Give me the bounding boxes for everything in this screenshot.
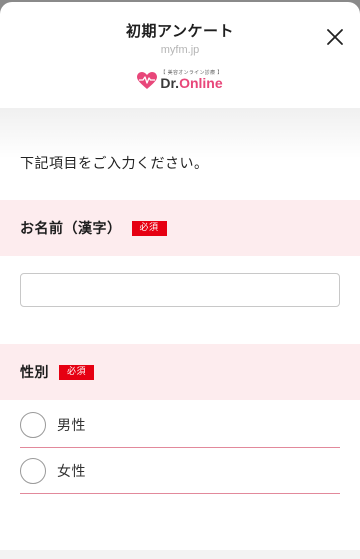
required-badge: 必須 (131, 220, 167, 236)
survey-sheet: 初期アンケート myfm.jp 【 美容オンライン診療 】 Dr.Online … (0, 2, 360, 559)
dr-online-logo: 【 美容オンライン診療 】 Dr.Online (137, 70, 223, 91)
gender-label: 性別 (20, 365, 49, 381)
intro-text: 下記項目をご入力ください。 (0, 108, 360, 200)
close-button[interactable] (324, 26, 346, 48)
gender-options: 男性 女性 (0, 400, 360, 494)
sheet-header: 初期アンケート myfm.jp (0, 2, 360, 60)
radio-button[interactable] (20, 457, 46, 484)
name-kanji-input[interactable] (20, 273, 340, 307)
name-section-header: お名前（漢字） 必須 (0, 200, 360, 256)
sheet-domain: myfm.jp (160, 44, 200, 56)
radio-button[interactable] (20, 411, 46, 438)
logo-text-online: Online (179, 75, 223, 91)
logo-text-dr: Dr. (160, 75, 180, 91)
close-icon (327, 29, 343, 45)
gender-section-header: 性別 必須 (0, 344, 360, 400)
logo-row: 【 美容オンライン診療 】 Dr.Online (0, 60, 360, 108)
sheet-title: 初期アンケート (126, 22, 234, 40)
heart-pulse-icon (137, 71, 158, 89)
gender-option-female[interactable]: 女性 (20, 448, 340, 494)
logo-wordmark: Dr.Online (160, 76, 222, 91)
gender-option-male[interactable]: 男性 (20, 402, 340, 448)
name-input-block (0, 256, 360, 344)
gender-option-label: 男性 (57, 417, 86, 434)
sheet-footer (0, 550, 360, 559)
gender-option-label: 女性 (57, 463, 86, 480)
required-badge: 必須 (59, 364, 95, 380)
name-label: お名前（漢字） (20, 221, 122, 237)
